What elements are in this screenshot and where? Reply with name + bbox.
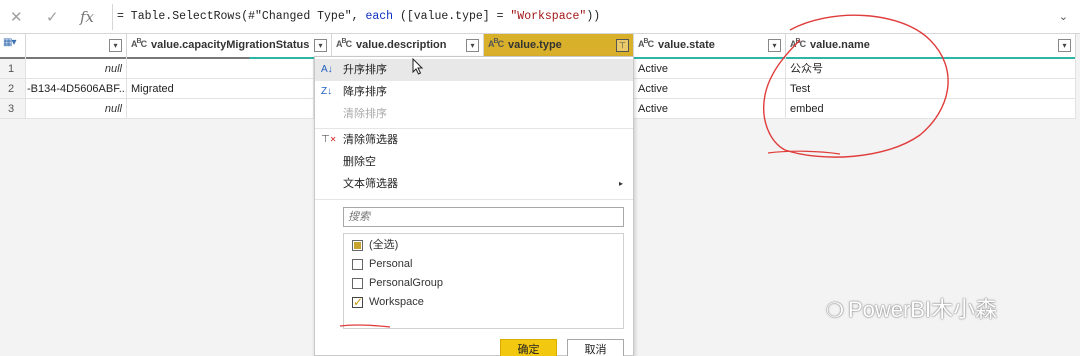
search-input[interactable]: 搜索 — [343, 207, 624, 227]
menu-item-label: 清除筛选器 — [343, 134, 398, 146]
table-icon: ▦▾ — [3, 37, 17, 48]
text-type-icon[interactable]: ABC — [790, 38, 806, 49]
table-cell[interactable] — [127, 99, 314, 119]
commit-check-icon[interactable]: ✓ — [46, 8, 59, 26]
table-cell[interactable]: null — [26, 99, 127, 119]
column-name: value.state — [658, 39, 715, 51]
menu-item-label: 降序排序 — [343, 86, 387, 98]
select-all-option[interactable]: (全选) — [352, 236, 398, 255]
text-filters-item[interactable]: 文本筛选器 ▸ — [315, 173, 633, 195]
formula-string: "Workspace" — [510, 10, 587, 23]
cancel-button[interactable]: 取消 — [567, 339, 624, 356]
column-header-description[interactable]: ABC value.description ▾ — [332, 34, 484, 61]
table-cell[interactable]: -B134-4D5606ABF... — [26, 79, 127, 99]
remove-empty-item[interactable]: 删除空 — [315, 151, 633, 173]
menu-item-label: 文本筛选器 — [343, 178, 398, 190]
filter-option[interactable]: PersonalGroup — [352, 274, 443, 293]
row-number[interactable]: 2 — [0, 79, 26, 99]
column-header-type[interactable]: ABC value.type ⊤ — [484, 34, 634, 61]
column-name: value.description — [356, 39, 447, 51]
text-type-icon[interactable]: ABC — [638, 38, 654, 49]
checkbox[interactable] — [352, 278, 363, 289]
watermark-text: PowerBI木小森 — [847, 297, 998, 322]
text-type-icon[interactable]: ABC — [131, 38, 147, 49]
formula-middle: ([value.type] = — [393, 10, 511, 23]
filter-value-list: (全选) Personal PersonalGroup Workspace — [343, 233, 624, 329]
table-cell[interactable]: 公众号 — [786, 59, 1076, 79]
cancel-icon[interactable]: ✕ — [10, 8, 23, 26]
row-number[interactable]: 3 — [0, 99, 26, 119]
wechat-icon: ❍ — [826, 300, 844, 322]
submenu-arrow-icon: ▸ — [618, 179, 623, 188]
column-name: value.name — [810, 39, 870, 51]
checkbox[interactable] — [352, 259, 363, 270]
column-header-0[interactable]: ▾ — [26, 34, 127, 61]
menu-item-label: 升序排序 — [343, 64, 387, 76]
formula-input[interactable]: = Table.SelectRows(#"Changed Type", each… — [112, 4, 1072, 30]
table-cell[interactable]: Active — [634, 79, 786, 99]
menu-divider — [315, 199, 633, 200]
clear-sort-item[interactable]: 清除排序 — [315, 103, 633, 125]
power-query-editor: ✕ ✓ fx = Table.SelectRows(#"Changed Type… — [0, 0, 1080, 356]
text-type-icon[interactable]: ABC — [336, 38, 352, 49]
filter-dropdown-icon[interactable]: ▾ — [1058, 39, 1071, 52]
menu-item-label: 清除排序 — [343, 108, 387, 120]
option-label: PersonalGroup — [369, 277, 443, 289]
table-cell[interactable]: Active — [634, 99, 786, 119]
checkbox-partial[interactable] — [352, 240, 363, 251]
filter-dropdown-icon[interactable]: ▾ — [109, 39, 122, 52]
filter-dropdown-icon[interactable]: ▾ — [466, 39, 479, 52]
table-cell[interactable]: embed — [786, 99, 1076, 119]
sort-ascending-icon: A↓ — [321, 64, 333, 75]
active-filter-icon[interactable]: ⊤ — [616, 39, 629, 52]
column-name: value.capacityMigrationStatus — [151, 39, 310, 51]
text-type-icon[interactable]: ABC — [488, 38, 504, 49]
table-cell[interactable]: null — [26, 59, 127, 79]
column-header-name[interactable]: ABC value.name ▾ — [786, 34, 1076, 61]
checkbox-checked[interactable] — [352, 293, 363, 312]
table-cell[interactable]: Migrated — [127, 79, 314, 99]
mouse-cursor-icon — [412, 58, 424, 75]
formula-keyword: each — [365, 10, 394, 23]
clear-filter-icon: ⊤✕ — [321, 134, 337, 145]
sort-descending-icon: Z↓ — [321, 86, 333, 97]
column-header-state[interactable]: ABC value.state ▾ — [634, 34, 786, 61]
row-number[interactable]: 1 — [0, 59, 26, 79]
sort-ascending-item[interactable]: A↓ 升序排序 — [315, 59, 633, 81]
formula-suffix: )) — [586, 10, 601, 23]
table-cell[interactable] — [127, 59, 314, 79]
expand-formula-chevron-icon[interactable]: ⌄ — [1059, 10, 1068, 23]
table-cell[interactable]: Active — [634, 59, 786, 79]
filter-option[interactable]: Personal — [352, 255, 412, 274]
formula-bar: ✕ ✓ fx = Table.SelectRows(#"Changed Type… — [0, 0, 1080, 34]
formula-prefix: = Table.SelectRows(#"Changed Type", — [117, 10, 366, 23]
column-header-capacity-migration-status[interactable]: ABC value.capacityMigrationStatus ▾ — [127, 34, 332, 61]
column-filter-menu: A↓ 升序排序 Z↓ 降序排序 清除排序 ⊤✕ 清除筛选器 删除空 文本筛选器 … — [314, 56, 634, 356]
filter-dropdown-icon[interactable]: ▾ — [314, 39, 327, 52]
clear-filter-item[interactable]: ⊤✕ 清除筛选器 — [315, 129, 633, 151]
column-name: value.type — [508, 39, 562, 51]
fx-icon[interactable]: fx — [80, 8, 94, 26]
table-cell[interactable]: Test — [786, 79, 1076, 99]
filter-dropdown-icon[interactable]: ▾ — [768, 39, 781, 52]
ok-button[interactable]: 确定 — [500, 339, 557, 356]
menu-item-label: 删除空 — [343, 156, 376, 168]
table-corner-menu[interactable]: ▦▾ — [0, 34, 26, 61]
filter-option[interactable]: Workspace — [352, 293, 424, 312]
watermark: ❍ PowerBI木小森 — [826, 292, 997, 324]
sort-descending-item[interactable]: Z↓ 降序排序 — [315, 81, 633, 103]
